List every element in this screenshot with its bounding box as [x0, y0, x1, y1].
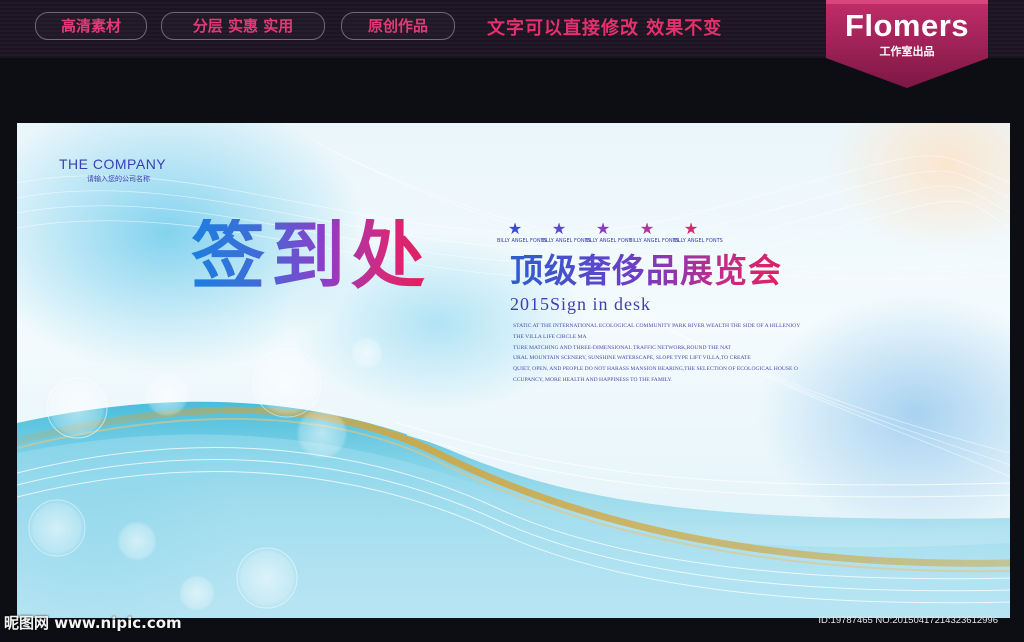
tag-original-work: 原创作品	[341, 12, 455, 40]
star-icon: ★	[639, 219, 655, 238]
star-icon: ★	[683, 219, 699, 238]
signin-poster: THE COMPANY 请输入您的公司名称 签到处 ★ BILLY ANGEL …	[17, 123, 1010, 618]
star-badge: ★ BILLY ANGEL FONTS	[541, 219, 591, 245]
star-icon: ★	[507, 219, 523, 238]
star-badge: ★ BILLY ANGEL FONT	[585, 219, 632, 245]
star-badge-caption: BILLY ANGEL FONTS	[629, 238, 679, 244]
studio-brand-badge: Flomers 工作室出品	[826, 0, 988, 90]
company-name: THE COMPANY	[59, 156, 167, 172]
event-title: 顶级奢侈品展览会	[510, 251, 782, 290]
english-paragraph: STATIC AT THE INTERNATIONAL ECOLOGICAL C…	[513, 321, 843, 386]
tag-hd-material: 高清素材	[35, 12, 147, 40]
star-badge: ★ BILLY ANGEL FONTS	[629, 219, 679, 245]
brand-subtitle: 工作室出品	[879, 45, 935, 58]
paragraph-line: THE VILLA LIFE CIRCLE MA	[513, 333, 587, 340]
star-badge-caption: BILLY ANGEL FONTS	[541, 238, 591, 244]
star-badge-caption: BILLY ANGEL FONTS	[673, 238, 723, 244]
star-icon: ★	[551, 219, 567, 238]
star-badge: ★ BILLY ANGEL FONTS	[497, 219, 547, 245]
nipic-watermark: 昵图网 www.nipic.com	[4, 614, 182, 632]
editable-text-slogan: 文字可以直接修改 效果不变	[487, 18, 723, 39]
paragraph-line: QUIET, OPEN, AND PEOPLE DO NOT HARASS MA…	[513, 366, 798, 373]
star-badge-row: ★ BILLY ANGEL FONTS ★ BILLY ANGEL FONTS …	[497, 221, 727, 249]
paragraph-line: URAL MOUNTAIN SCENERY, SUNSHINE WATERSCA…	[513, 355, 751, 362]
star-icon: ★	[595, 219, 611, 238]
headline-signin-desk: 签到处	[191, 213, 431, 299]
sign-in-desk-subtitle: 2015Sign in desk	[510, 294, 652, 314]
star-badge-caption: BILLY ANGEL FONTS	[497, 238, 547, 244]
image-id-text: ID:19787465 NO:20150417214323612996	[818, 615, 998, 626]
company-name-placeholder: 请输入您的公司名称	[87, 175, 150, 183]
star-badge-caption: BILLY ANGEL FONT	[585, 238, 632, 244]
tag-layered-practical: 分层 实惠 实用	[161, 12, 325, 40]
brand-name: Flomers	[844, 8, 970, 43]
paragraph-line: TURE MATCHING AND THREE-DIMENSIONAL TRAF…	[513, 344, 731, 351]
paragraph-line: CCUPANCY, MORE HEALTH AND HAPPINESS TO T…	[513, 376, 673, 383]
paragraph-line: STATIC AT THE INTERNATIONAL ECOLOGICAL C…	[513, 323, 801, 329]
star-badge: ★ BILLY ANGEL FONTS	[673, 219, 723, 245]
